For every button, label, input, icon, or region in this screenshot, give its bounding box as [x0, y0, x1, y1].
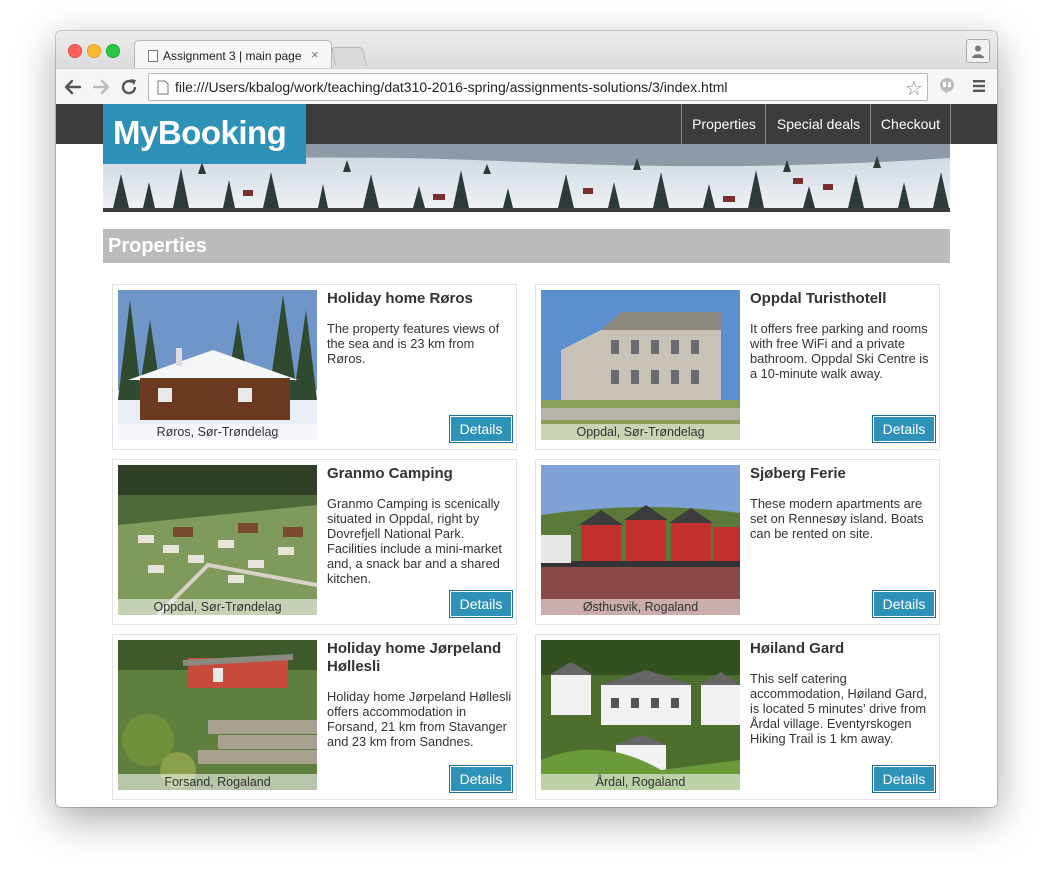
details-button[interactable]: Details: [449, 765, 513, 793]
back-arrow-icon[interactable]: [63, 77, 83, 97]
minimize-window-button[interactable]: [87, 44, 101, 58]
nav-checkout[interactable]: Checkout: [870, 104, 951, 144]
property-photo: Oppdal, Sør-Trøndelag: [541, 290, 740, 440]
details-button[interactable]: Details: [872, 415, 936, 443]
browser-window: Assignment 3 | main page × file:///Users…: [56, 31, 997, 807]
property-photo: Østhusvik, Rogaland: [541, 465, 740, 615]
property-description: Granmo Camping is scenically situated in…: [327, 496, 502, 586]
property-description: This self catering accommodation, Høilan…: [750, 671, 928, 746]
bookmark-star-icon[interactable]: ☆: [905, 76, 923, 101]
property-description: These modern apartments are set on Renne…: [750, 496, 924, 541]
property-location: Oppdal, Sør-Trøndelag: [118, 599, 317, 615]
extension-icon[interactable]: [938, 77, 956, 95]
nav-special-deals[interactable]: Special deals: [765, 104, 871, 144]
property-location: Forsand, Rogaland: [118, 774, 317, 790]
property-photo: Oppdal, Sør-Trøndelag: [118, 465, 317, 615]
new-tab-button[interactable]: [330, 47, 368, 66]
property-location: Røros, Sør-Trøndelag: [118, 424, 317, 440]
address-bar[interactable]: file:///Users/kbalog/work/teaching/dat31…: [148, 73, 928, 101]
page-content: Properties Special deals Checkout MyBook…: [56, 104, 997, 807]
property-title: Høiland Gard: [750, 640, 845, 657]
close-window-button[interactable]: [68, 44, 82, 58]
property-title: Holiday home Jørpeland Høllesli: [327, 640, 502, 675]
property-location: Østhusvik, Rogaland: [541, 599, 740, 615]
property-card: Røros, Sør-Trøndelag Holiday home Røros …: [112, 284, 517, 450]
property-description: It offers free parking and rooms with fr…: [750, 321, 929, 381]
menu-icon[interactable]: [972, 79, 986, 93]
property-description: Holiday home Jørpeland Høllesli offers a…: [327, 689, 512, 749]
tab-title: Assignment 3 | main page: [163, 49, 302, 63]
property-card: Årdal, Rogaland Høiland Gard This self c…: [535, 634, 940, 800]
property-photo: Røros, Sør-Trøndelag: [118, 290, 317, 440]
reload-icon[interactable]: [119, 77, 139, 97]
property-card: Forsand, Rogaland Holiday home Jørpeland…: [112, 634, 517, 800]
details-button[interactable]: Details: [872, 590, 936, 618]
property-card: Oppdal, Sør-Trøndelag Oppdal Turisthotel…: [535, 284, 940, 450]
property-location: Årdal, Rogaland: [541, 774, 740, 790]
tab-close-icon[interactable]: ×: [311, 47, 319, 62]
url-text[interactable]: file:///Users/kbalog/work/teaching/dat31…: [175, 79, 728, 95]
details-button[interactable]: Details: [449, 590, 513, 618]
user-icon: [972, 45, 984, 58]
property-card: Oppdal, Sør-Trøndelag Granmo Camping Gra…: [112, 459, 517, 625]
browser-tab[interactable]: Assignment 3 | main page ×: [134, 40, 332, 69]
file-icon: [157, 80, 169, 95]
property-location: Oppdal, Sør-Trøndelag: [541, 424, 740, 440]
property-title: Oppdal Turisthotell: [750, 290, 887, 307]
zoom-window-button[interactable]: [106, 44, 120, 58]
logo-text: MyBooking: [113, 114, 287, 151]
property-title: Holiday home Røros: [327, 290, 473, 307]
site-logo[interactable]: MyBooking: [103, 104, 306, 164]
title-bar: Assignment 3 | main page ×: [56, 31, 997, 69]
section-header: Properties: [103, 229, 950, 263]
property-photo: Forsand, Rogaland: [118, 640, 317, 790]
details-button[interactable]: Details: [872, 765, 936, 793]
details-button[interactable]: Details: [449, 415, 513, 443]
property-description: The property features views of the sea a…: [327, 321, 500, 366]
browser-toolbar: file:///Users/kbalog/work/teaching/dat31…: [56, 68, 997, 106]
forward-arrow-icon[interactable]: [91, 77, 111, 97]
property-title: Sjøberg Ferie: [750, 465, 846, 482]
page-icon: [148, 50, 158, 62]
profile-button[interactable]: [966, 39, 990, 63]
property-title: Granmo Camping: [327, 465, 453, 482]
section-title: Properties: [108, 235, 207, 257]
property-photo: Årdal, Rogaland: [541, 640, 740, 790]
property-card: Østhusvik, Rogaland Sjøberg Ferie These …: [535, 459, 940, 625]
nav-properties[interactable]: Properties: [681, 104, 766, 144]
